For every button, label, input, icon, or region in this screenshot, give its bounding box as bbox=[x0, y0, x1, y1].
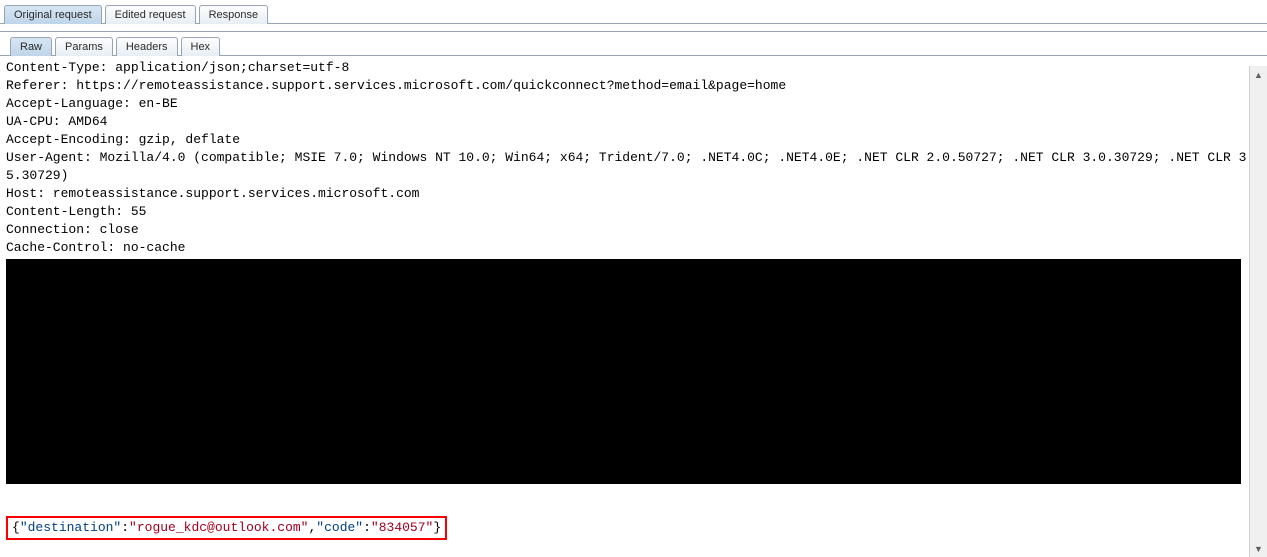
json-key-code: "code" bbox=[316, 520, 363, 535]
header-line: UA-CPU: AMD64 bbox=[6, 114, 107, 129]
redacted-line bbox=[6, 486, 1261, 504]
raw-content-viewer[interactable]: Content-Type: application/json;charset=u… bbox=[0, 56, 1267, 547]
tab-response[interactable]: Response bbox=[199, 5, 269, 24]
tab-original-request[interactable]: Original request bbox=[4, 5, 102, 24]
subtab-hex[interactable]: Hex bbox=[181, 37, 221, 56]
subtab-params[interactable]: Params bbox=[55, 37, 113, 56]
header-line: Accept-Encoding: gzip, deflate bbox=[6, 132, 240, 147]
header-line: Connection: close bbox=[6, 222, 139, 237]
header-line: User-Agent: Mozilla/4.0 (compatible; MSI… bbox=[6, 150, 1254, 183]
redacted-block bbox=[6, 259, 1241, 484]
json-value-destination: "rogue_kdc@outlook.com" bbox=[129, 520, 308, 535]
header-line: Cache-Control: no-cache bbox=[6, 240, 185, 255]
header-line: Host: remoteassistance.support.services.… bbox=[6, 186, 419, 201]
tab-edited-request[interactable]: Edited request bbox=[105, 5, 196, 24]
vertical-scrollbar[interactable]: ▲ ▼ bbox=[1249, 66, 1267, 557]
json-value-code: "834057" bbox=[371, 520, 433, 535]
json-open-brace: { bbox=[12, 520, 20, 535]
header-line: Accept-Language: en-BE bbox=[6, 96, 178, 111]
json-close-brace: } bbox=[433, 520, 441, 535]
header-line: Content-Length: 55 bbox=[6, 204, 146, 219]
header-line: Content-Type: application/json;charset=u… bbox=[6, 60, 349, 75]
scroll-up-icon[interactable]: ▲ bbox=[1251, 66, 1266, 83]
top-tab-bar: Original request Edited request Response bbox=[0, 0, 1267, 24]
subtab-raw[interactable]: Raw bbox=[10, 37, 52, 56]
sub-tab-bar: Raw Params Headers Hex bbox=[0, 31, 1267, 56]
subtab-headers[interactable]: Headers bbox=[116, 37, 178, 56]
json-key-destination: "destination" bbox=[20, 520, 121, 535]
scroll-down-icon[interactable]: ▼ bbox=[1251, 540, 1266, 557]
header-line: Referer: https://remoteassistance.suppor… bbox=[6, 78, 786, 93]
request-body-highlight: {"destination":"rogue_kdc@outlook.com","… bbox=[6, 516, 447, 540]
